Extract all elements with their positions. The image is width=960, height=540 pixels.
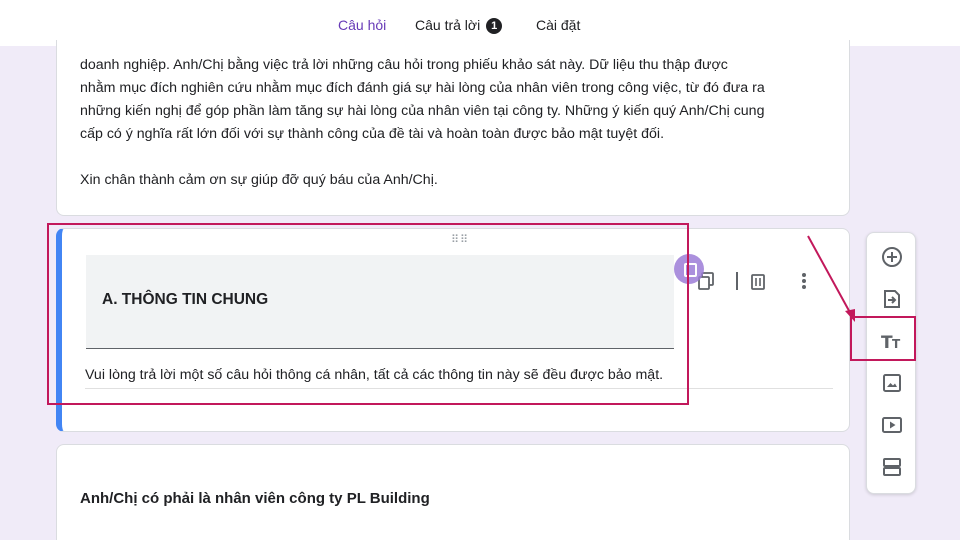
question-card[interactable]: Anh/Chị có phải là nhân viên công ty PL … (56, 444, 850, 540)
form-description-line: những kiến nghị để góp phần làm tăng sự … (80, 103, 765, 119)
trash-icon[interactable] (746, 269, 770, 293)
form-description-card[interactable]: doanh nghiệp. Anh/Chị bằng việc trả lời … (56, 40, 850, 216)
import-icon[interactable] (876, 283, 908, 315)
add-circle-icon[interactable] (876, 241, 908, 273)
floating-toolbar: TT (866, 232, 916, 494)
video-icon[interactable] (876, 409, 908, 441)
form-thanks-text: Xin chân thành cảm ơn sự giúp đỡ quý báu… (80, 172, 438, 188)
section-icon[interactable] (876, 451, 908, 483)
annotation-highlight-section (47, 223, 689, 405)
divider (732, 269, 742, 293)
question-title: Anh/Chị có phải là nhân viên công ty PL … (80, 490, 430, 507)
tab-settings-label: Cài đặt (536, 17, 581, 33)
image-icon[interactable] (876, 367, 908, 399)
responses-count-badge: 1 (486, 18, 503, 34)
form-description-line: nhằm mục đích nghiên cứu nhằm mục đích đ… (80, 80, 765, 96)
form-description-line: cấp có ý nghĩa rất lớn đối với sự thành … (80, 126, 665, 142)
form-description-line: doanh nghiệp. Anh/Chị bằng việc trả lời … (80, 57, 728, 73)
tab-responses-label: Câu trả lời (415, 17, 481, 33)
tab-questions-label: Câu hỏi (338, 17, 387, 33)
annotation-highlight-title-button (850, 316, 916, 361)
more-vert-icon[interactable] (792, 269, 816, 293)
